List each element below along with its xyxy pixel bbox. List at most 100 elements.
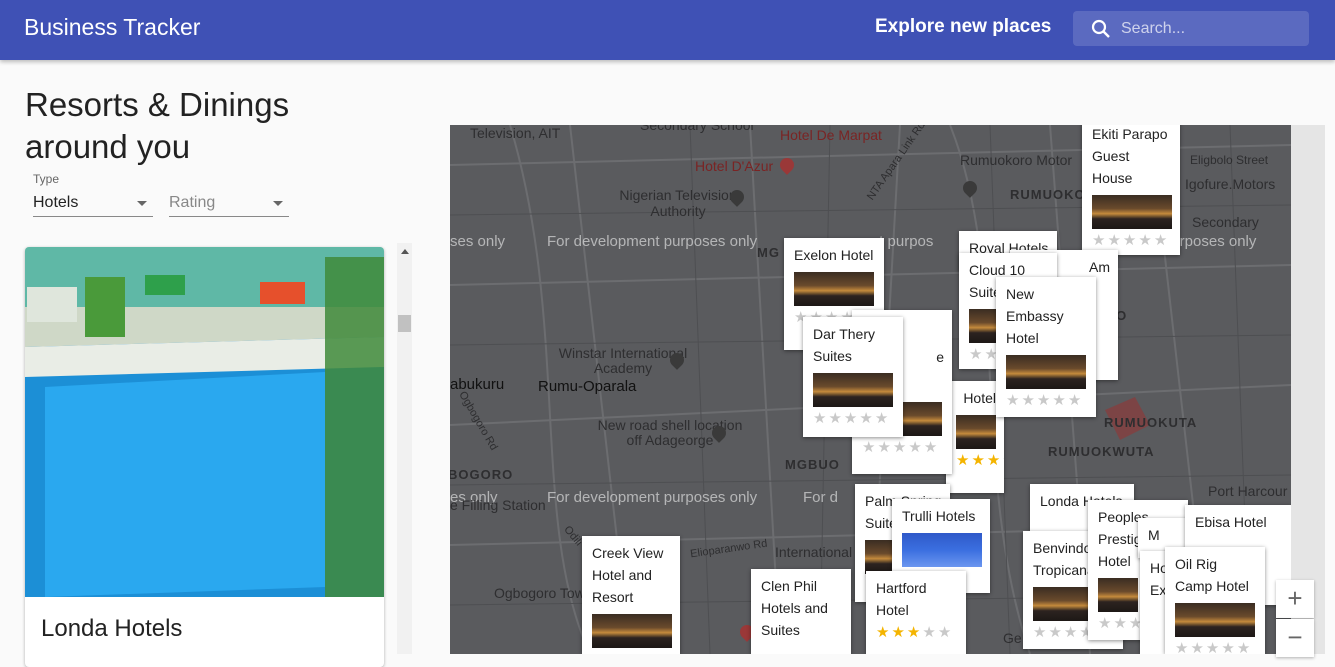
hotel-thumbnail xyxy=(1033,587,1093,621)
hotel-thumbnail xyxy=(813,373,893,407)
star-icon: ★ xyxy=(1021,392,1037,409)
hotel-marker[interactable]: Clen Phil Hotels and Suites xyxy=(751,569,851,654)
map-label: Rumuokoro Motor xyxy=(960,152,1073,168)
hotel-marker[interactable]: Dar Thery Suites ★★★★★ xyxy=(803,317,903,437)
star-icon: ★ xyxy=(1138,232,1154,249)
map-label: Secondary xyxy=(1192,214,1259,230)
hotel-marker[interactable]: Hartford Hotel ★★★★★ xyxy=(866,571,966,654)
star-rating: ★★★★★ xyxy=(813,409,895,427)
map-label: Hotel De Marpat xyxy=(780,127,882,143)
map-label: Hotel D'Azur xyxy=(695,158,774,174)
star-icon: ★ xyxy=(971,452,987,469)
star-icon: ★ xyxy=(891,624,907,641)
scroll-up-icon[interactable] xyxy=(401,249,409,254)
map-label: BOGORO xyxy=(450,467,514,482)
star-rating: ★★★★★ xyxy=(1175,639,1257,654)
type-select[interactable]: Type Hotels xyxy=(33,172,153,217)
star-icon: ★ xyxy=(969,346,985,363)
rating-select[interactable]: Rating xyxy=(169,172,289,217)
star-icon: ★ xyxy=(1107,232,1123,249)
star-icon: ★ xyxy=(1063,624,1080,641)
map-watermark: ses only xyxy=(450,233,506,250)
star-rating: ★★★★★ xyxy=(862,438,944,456)
star-icon: ★ xyxy=(1153,232,1170,249)
map-watermark: For development purposes only xyxy=(547,233,758,250)
star-icon: ★ xyxy=(1190,640,1206,654)
app-title: Business Tracker xyxy=(24,14,201,40)
star-icon: ★ xyxy=(937,624,954,641)
hotel-thumbnail xyxy=(1098,578,1138,612)
star-icon: ★ xyxy=(859,410,875,427)
star-icon: ★ xyxy=(1052,392,1068,409)
hotel-thumbnail xyxy=(956,415,996,449)
star-icon: ★ xyxy=(876,624,892,641)
star-icon: ★ xyxy=(877,439,893,456)
rating-placeholder: Rating xyxy=(169,194,216,211)
search-icon xyxy=(1091,19,1110,38)
star-icon: ★ xyxy=(1036,392,1053,409)
star-icon: ★ xyxy=(986,452,1003,469)
map-label: RUMUOKWUTA xyxy=(1048,444,1155,459)
map-label: abukuru xyxy=(450,376,505,393)
hotel-thumbnail xyxy=(1175,603,1255,637)
hotel-thumbnail xyxy=(1092,195,1172,229)
star-icon: ★ xyxy=(862,439,878,456)
map-label: Ge xyxy=(1003,630,1022,646)
map-label: Secondary School xyxy=(640,125,754,133)
hotel-marker[interactable]: Creek View Hotel and Resort xyxy=(582,536,680,654)
type-value: Hotels xyxy=(33,194,79,211)
app-bar: Business Tracker Explore new places xyxy=(0,0,1335,60)
map-label: RUMUOKUTA xyxy=(1104,415,1198,430)
map-edge xyxy=(1291,125,1325,654)
explore-link[interactable]: Explore new places xyxy=(875,16,1051,38)
hotel-marker[interactable]: Oil Rig Camp Hotel ★★★★★ xyxy=(1165,547,1265,654)
map-label: MG xyxy=(757,245,780,260)
star-icon: ★ xyxy=(922,624,938,641)
map-label: Eligbolo Street xyxy=(1190,153,1269,167)
star-icon: ★ xyxy=(813,410,829,427)
hotel-thumbnail xyxy=(902,533,982,567)
search-input[interactable] xyxy=(1119,17,1303,41)
search-box[interactable] xyxy=(1073,11,1309,46)
hotel-thumbnail xyxy=(1006,355,1086,389)
star-rating: ★★★★★ xyxy=(1006,391,1088,409)
map-label: Port Harcour xyxy=(1208,483,1288,499)
star-icon: ★ xyxy=(1048,624,1064,641)
star-icon: ★ xyxy=(874,410,891,427)
zoom-in-button[interactable]: + xyxy=(1276,580,1314,618)
featured-photo xyxy=(25,247,384,597)
star-icon: ★ xyxy=(1033,624,1049,641)
hotel-marker[interactable]: Ekiti Parapo Guest House ★★★★★ xyxy=(1082,125,1180,255)
map-view[interactable]: Television, AIT Secondary School Hotel D… xyxy=(450,125,1291,654)
scrollbar-thumb[interactable] xyxy=(398,315,411,332)
star-icon: ★ xyxy=(1006,392,1022,409)
star-icon: ★ xyxy=(1002,452,1004,469)
star-icon: ★ xyxy=(1221,640,1237,654)
map-label: Rumu-Oparala xyxy=(538,378,637,395)
star-icon: ★ xyxy=(1098,615,1114,632)
map-label: Ogbogoro Tow xyxy=(494,585,585,601)
star-icon: ★ xyxy=(1067,392,1084,409)
star-rating: ★★★★★ xyxy=(876,623,958,641)
star-icon: ★ xyxy=(956,452,972,469)
star-icon: ★ xyxy=(923,439,940,456)
list-scrollbar[interactable] xyxy=(397,243,412,654)
map-watermark: For development purposes only xyxy=(547,489,758,506)
star-icon: ★ xyxy=(1236,640,1253,654)
zoom-out-button[interactable]: − xyxy=(1276,619,1314,657)
star-icon: ★ xyxy=(908,439,924,456)
star-icon: ★ xyxy=(1122,232,1139,249)
star-icon: ★ xyxy=(1092,232,1108,249)
hotel-thumbnail xyxy=(794,272,874,306)
chevron-down-icon xyxy=(273,201,283,206)
featured-card[interactable]: Londa Hotels xyxy=(25,247,384,667)
chevron-down-icon xyxy=(137,201,147,206)
map-label: Nigerian Television Authority xyxy=(619,187,737,219)
star-icon: ★ xyxy=(892,439,909,456)
star-rating: ★★★★★ xyxy=(1092,231,1172,249)
star-icon: ★ xyxy=(828,410,844,427)
star-icon: ★ xyxy=(1113,615,1129,632)
hotel-marker[interactable]: New Embassy Hotel ★★★★★ xyxy=(996,277,1096,417)
map-label: Igofure.Motors xyxy=(1185,176,1276,192)
map-watermark: For d xyxy=(803,489,839,506)
